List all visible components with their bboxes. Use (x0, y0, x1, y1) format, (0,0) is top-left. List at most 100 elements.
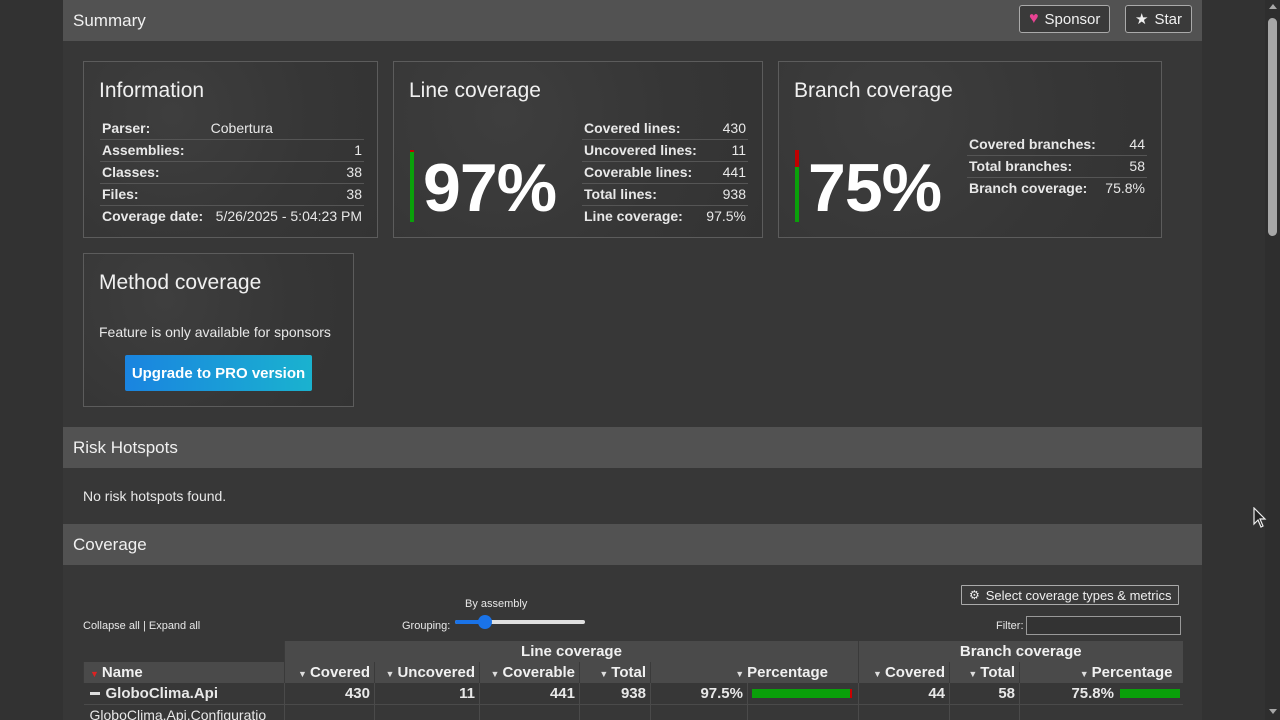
line-key: Coverable lines: (582, 161, 703, 184)
class-cell (374, 704, 480, 720)
method-coverage-message: Feature is only available for sponsors (99, 324, 331, 340)
info-key: Assemblies: (100, 139, 209, 162)
info-row: Files: 38 (100, 183, 364, 206)
column-percentage[interactable]: ▼ Percentage (650, 662, 859, 683)
sort-desc-icon: ▼ (90, 669, 99, 679)
column-branch-total-label: Total (980, 664, 1015, 681)
class-cell (284, 704, 375, 720)
class-cell (579, 704, 651, 720)
scroll-thumb[interactable] (1268, 18, 1277, 236)
line-key: Uncovered lines: (582, 139, 703, 162)
class-name-cell[interactable]: GloboClima.Api.Configuratio (84, 704, 285, 720)
sort-icon: ▼ (599, 669, 609, 679)
branch-value: 58 (1101, 155, 1147, 178)
coverage-header: Coverage (63, 524, 1202, 565)
column-total[interactable]: ▼ Total (579, 662, 651, 683)
assembly-total: 938 (579, 683, 651, 705)
assembly-percentage: 97.5% (650, 683, 748, 705)
info-row: Assemblies: 1 (100, 139, 364, 162)
collapse-all-link[interactable]: Collapse all (83, 620, 140, 632)
info-key: Coverage date: (102, 208, 204, 224)
line-row: Total lines: 938 (582, 183, 748, 206)
column-branch-covered[interactable]: ▼ Covered (858, 662, 950, 683)
collapse-icon[interactable] (89, 692, 100, 696)
info-row: Parser: Cobertura (100, 118, 364, 140)
column-uncovered[interactable]: ▼ Uncovered (374, 662, 480, 683)
branch-row: Branch coverage: 75.8% (967, 178, 1147, 200)
table-row[interactable]: GloboClima.Api 430 11 441 938 97.5% 44 5… (83, 683, 1183, 705)
filter-input[interactable] (1026, 616, 1181, 635)
method-coverage-title: Method coverage (99, 271, 262, 294)
report-page: Summary ♥ Sponsor ★ Star Information Par… (63, 0, 1202, 720)
line-coverage-group-header: Line coverage (284, 641, 859, 662)
column-percentage-label: Percentage (747, 664, 828, 681)
information-card: Information Parser: Cobertura Assemblies:… (83, 61, 378, 238)
column-name[interactable]: ▼ Name (83, 662, 285, 683)
assembly-name-cell[interactable]: GloboClima.Api (83, 683, 285, 705)
line-row: Line coverage: 97.5% (582, 206, 748, 228)
branch-key: Covered branches: (967, 134, 1102, 156)
assembly-line-bar (747, 683, 859, 705)
information-title: Information (99, 79, 205, 102)
page-scrollbar[interactable] (1265, 0, 1280, 720)
slider-thumb[interactable] (478, 615, 492, 629)
info-row: Coverage date: 5/26/2025 - 5:04:23 PM (100, 206, 364, 228)
sort-icon: ▼ (490, 669, 500, 679)
class-cell (1019, 704, 1183, 720)
scroll-down-arrow-icon[interactable] (1269, 709, 1277, 714)
select-coverage-types-label: Select coverage types & metrics (985, 587, 1172, 603)
info-value: 5/26/2025 - 5:04:23 PM (215, 208, 362, 224)
sort-icon: ▼ (385, 669, 395, 679)
upgrade-pro-button[interactable]: Upgrade to PRO version (125, 355, 312, 391)
branch-coverage-table: Covered branches: 44 Total branches: 58 Br… (967, 134, 1147, 199)
branch-value: 75.8% (1105, 180, 1145, 196)
info-value: 38 (208, 161, 364, 184)
column-branch-percentage-label: Percentage (1091, 664, 1173, 681)
column-covered[interactable]: ▼ Covered (284, 662, 375, 683)
line-value: 938 (702, 183, 748, 206)
select-coverage-types-button[interactable]: ⚙ Select coverage types & metrics (961, 585, 1180, 605)
branch-covered-progress (1120, 689, 1180, 699)
scroll-up-arrow-icon[interactable] (1269, 4, 1277, 9)
star-button[interactable]: ★ Star (1125, 5, 1192, 33)
info-value: Cobertura (208, 118, 364, 140)
column-coverable[interactable]: ▼ Coverable (479, 662, 580, 683)
empty-group-cell (84, 641, 285, 662)
star-icon: ★ (1135, 11, 1149, 28)
line-coverage-title: Line coverage (409, 79, 541, 102)
assembly-branch-covered: 44 (858, 683, 950, 705)
branch-uncovered-bar (795, 150, 799, 167)
expand-all-link[interactable]: Expand all (149, 620, 200, 632)
branch-coverage-group-header: Branch coverage (858, 641, 1183, 662)
assembly-name: GloboClima.Api (105, 684, 219, 702)
column-branch-percentage[interactable]: ▼ Percentage (1019, 662, 1183, 683)
line-row: Covered lines: 430 (582, 118, 748, 140)
summary-title: Summary (73, 11, 146, 30)
grouping-slider[interactable] (455, 615, 585, 629)
branch-row: Total branches: 58 (967, 155, 1147, 178)
mouse-pointer-icon (1253, 507, 1267, 528)
sort-icon: ▼ (1079, 669, 1089, 679)
column-total-label: Total (611, 664, 646, 681)
sort-icon: ▼ (735, 669, 745, 679)
star-label: Star (1154, 10, 1182, 28)
assembly-uncovered: 11 (374, 683, 480, 705)
branch-key: Branch coverage: (969, 180, 1088, 196)
assembly-covered: 430 (284, 683, 375, 705)
line-key: Covered lines: (582, 118, 703, 140)
assembly-branch-percentage: 75.8% (1071, 684, 1114, 702)
branch-key: Total branches: (967, 155, 1102, 178)
line-coverage-card: Line coverage 97% Covered lines: 430 Unco… (393, 61, 763, 238)
sponsor-button[interactable]: ♥ Sponsor (1019, 5, 1111, 33)
column-covered-label: Covered (309, 664, 370, 681)
filter-label: Filter: (996, 620, 1024, 632)
branch-row: Covered branches: 44 (967, 134, 1147, 156)
branch-coverage-card: Branch coverage 75% Covered branches: 44 … (778, 61, 1162, 238)
column-branch-total[interactable]: ▼ Total (949, 662, 1020, 683)
line-row: Coverable lines: 441 (582, 161, 748, 184)
risk-hotspots-message: No risk hotspots found. (83, 488, 227, 504)
grouping-label: Grouping: (402, 620, 451, 632)
method-coverage-card: Method coverage Feature is only availabl… (83, 253, 354, 407)
link-separator: | (142, 620, 146, 632)
table-row[interactable]: GloboClima.Api.Configuratio (84, 704, 1183, 720)
